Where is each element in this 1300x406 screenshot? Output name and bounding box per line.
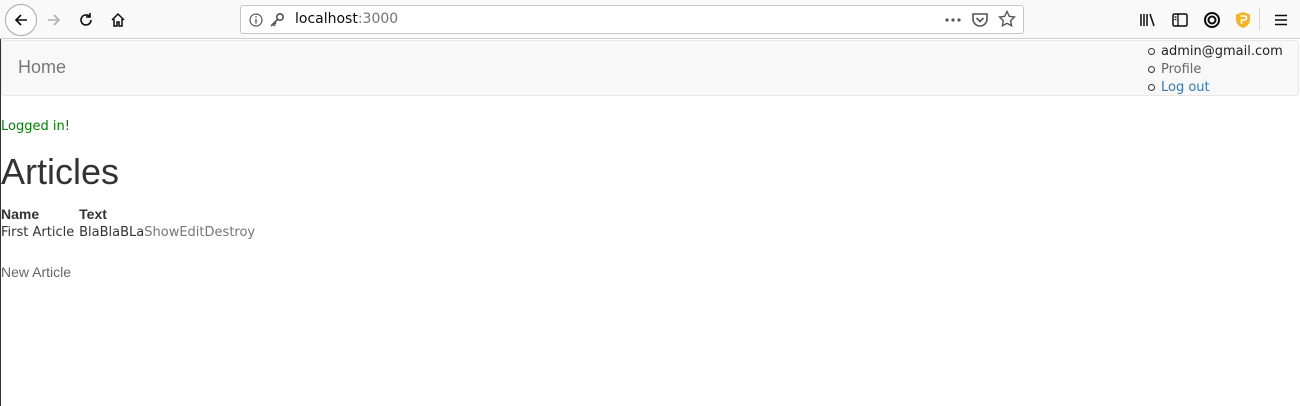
flash-notice: Logged in! [1,119,70,134]
navbar-brand-home[interactable]: Home [18,57,66,78]
user-email: admin@gmail.com [1161,44,1283,59]
extension-button-2[interactable] [1229,6,1257,34]
info-icon[interactable] [249,12,263,31]
edit-link[interactable]: Edit [179,225,204,240]
logout-link[interactable]: Log out [1161,80,1210,95]
library-button[interactable] [1134,6,1162,34]
site-navbar: Home admin@gmail.com Profile Log out [1,40,1299,96]
user-menu-email-item: admin@gmail.com [1147,43,1283,61]
article-show-cell: Show [144,222,179,242]
url-host: localhost [295,11,358,27]
article-text-cell: BlaBlaBLa [79,224,145,240]
article-edit-cell: Edit [179,222,204,242]
extension-swirl-icon [1204,12,1220,28]
table-header-row: Name Text [1,206,255,222]
article-destroy-cell: Destroy [205,222,256,242]
profile-link[interactable]: Profile [1161,62,1201,77]
url-bar[interactable]: localhost:3000 [240,5,1024,34]
url-text[interactable]: localhost:3000 [295,11,398,27]
back-button[interactable] [5,4,37,36]
article-name-cell: First Article [1,224,75,240]
library-icon [1140,13,1155,27]
sidebar-button[interactable] [1166,6,1194,34]
star-icon[interactable] [997,9,1017,32]
url-port: :3000 [357,11,399,27]
pocket-icon[interactable] [971,11,989,33]
forward-button[interactable] [40,6,68,34]
extension-shield-icon [1236,12,1250,28]
user-menu-logout-item[interactable]: Log out [1147,79,1283,97]
table-header-name: Name [1,206,40,222]
back-arrow-icon [14,14,27,26]
table-row: First Article BlaBlaBLa Show Edit Destro… [1,222,255,242]
extension-button-1[interactable] [1198,6,1226,34]
key-icon[interactable] [269,12,285,32]
menu-button[interactable] [1267,6,1295,34]
show-link[interactable]: Show [144,225,179,240]
destroy-link[interactable]: Destroy [205,225,256,240]
home-button[interactable] [104,6,132,34]
sidebar-icon [1172,13,1188,27]
articles-table: Name Text First Article BlaBlaBLa Show E… [1,206,255,242]
user-menu: admin@gmail.com Profile Log out [1147,43,1283,97]
reload-icon [80,13,92,26]
page-title: Articles [1,151,120,192]
more-dots-icon[interactable] [943,10,963,34]
browser-toolbar: localhost:3000 [0,0,1300,39]
new-article-link[interactable]: New Article [1,264,71,280]
hamburger-menu-icon [1275,14,1287,26]
reload-button[interactable] [72,6,100,34]
user-menu-profile-item[interactable]: Profile [1147,61,1283,79]
table-header-text: Text [79,206,107,222]
forward-arrow-icon [48,14,61,26]
home-icon [111,12,125,27]
toolbar-separator [1259,8,1260,30]
